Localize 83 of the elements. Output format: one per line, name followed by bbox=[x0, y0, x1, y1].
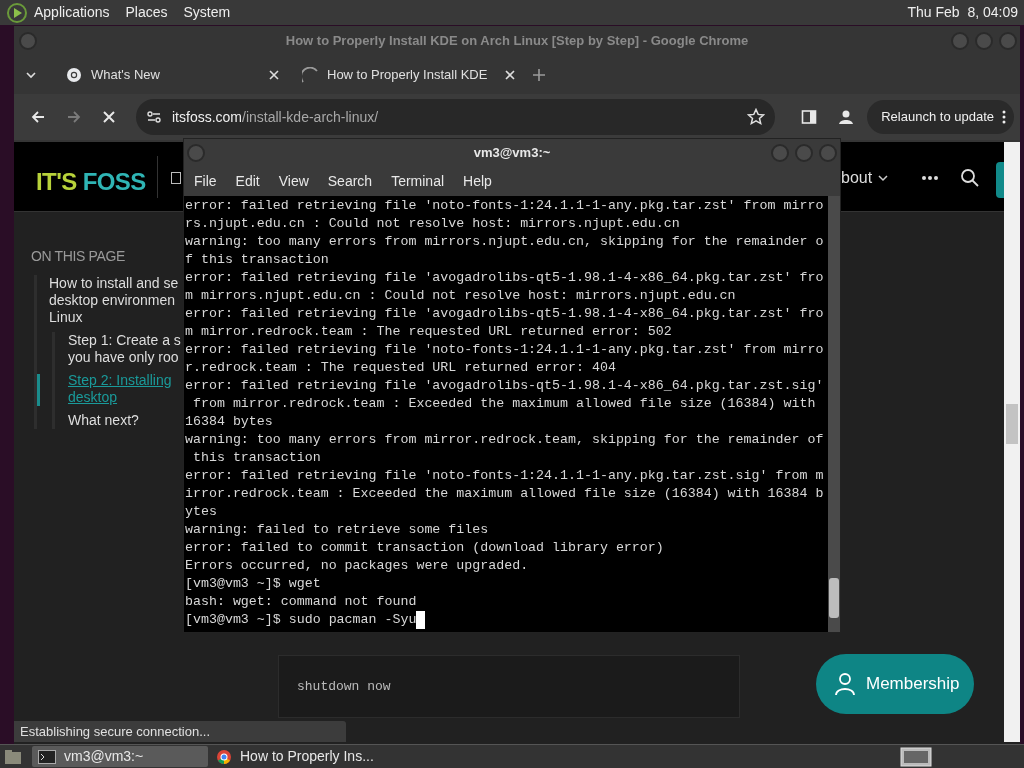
forward-icon[interactable] bbox=[66, 109, 82, 125]
tab-title: What's New bbox=[91, 66, 161, 85]
scrollbar-thumb[interactable] bbox=[829, 578, 839, 618]
toc-link[interactable]: How to install and se desktop environmen Linux bbox=[49, 275, 179, 326]
bookmark-star-icon[interactable] bbox=[747, 108, 766, 126]
terminal-line: error: failed retrieving file 'noto-fonts-1:24.1.1-1-any.pkg.tar.zst' from mirro bbox=[185, 197, 824, 215]
square-icon bbox=[171, 172, 181, 184]
terminal-line: Errors occurred, no packages were upgraded. bbox=[185, 557, 529, 575]
browser-tab[interactable]: How to Properly Install KDE bbox=[294, 59, 524, 91]
terminal-line: warning: too many errors from mirrors.njupt.edu.cn, skipping for the remainder o bbox=[185, 233, 824, 251]
terminal-line: error: failed retrieving file 'avogadrolibs-qt5-1.98.1-4-x86_64.pkg.tar.zst' fro bbox=[185, 269, 824, 287]
site-logo: IT'S FOSS bbox=[36, 167, 146, 197]
panel-menu[interactable]: System bbox=[182, 2, 232, 23]
search-icon[interactable] bbox=[960, 168, 980, 188]
terminal-line: error: failed retrieving file 'avogadrolibs-qt5-1.98.1-4-x86_64.pkg.tar.zst.sig' bbox=[185, 377, 824, 395]
terminal-line: error: failed retrieving file 'noto-fonts-1:24.1.1-1-any.pkg.tar.zst.sig' from m bbox=[185, 467, 824, 485]
clock: Thu Feb 8, 04:09 bbox=[907, 3, 1018, 22]
terminal-line: m mirrors.njupt.edu.cn : Could not resolve host: mirrors.njupt.edu.cn bbox=[185, 287, 736, 305]
window-title: How to Properly Install KDE on Arch Linux [Step by Step] - Google Chrome bbox=[285, 32, 749, 51]
show-desktop-icon[interactable] bbox=[4, 748, 22, 765]
panel-menu[interactable]: Applications bbox=[33, 2, 111, 23]
terminal-line: [vm3@vm3 ~]$ wget bbox=[185, 575, 321, 593]
terminal-line: from mirror.redrock.team : Exceeded the maximum allowed file size (16384) with bbox=[191, 395, 816, 413]
more-icon[interactable] bbox=[921, 175, 939, 181]
terminal-line: warning: too many errors from mirror.redrock.team, skipping for the remainder of bbox=[185, 431, 824, 449]
close-icon[interactable] bbox=[268, 69, 280, 81]
terminal-line: r.redrock.team : The requested URL returned error: 404 bbox=[185, 359, 616, 377]
code-text: shutdown now bbox=[297, 677, 391, 696]
chrome-icon bbox=[216, 748, 232, 765]
terminal-line: 16384 bytes bbox=[185, 413, 273, 431]
terminal-line: error: failed retrieving file 'noto-fonts-1:24.1.1-1-any.pkg.tar.zst' from mirro bbox=[185, 341, 824, 359]
tab-title: How to Properly Install KDE bbox=[327, 66, 489, 85]
new-tab-icon[interactable] bbox=[532, 68, 546, 82]
panel-menu[interactable]: Places bbox=[124, 2, 169, 23]
close-icon[interactable] bbox=[504, 69, 516, 81]
nav-link[interactable]: bout bbox=[841, 166, 873, 190]
scrollbar[interactable] bbox=[1004, 142, 1020, 742]
terminal-line: [vm3@vm3 ~]$ sudo pacman -Syu bbox=[185, 611, 417, 629]
back-icon[interactable] bbox=[30, 109, 46, 125]
scrollbar[interactable] bbox=[828, 196, 840, 632]
taskbar-button[interactable]: How to Properly Ins... bbox=[210, 746, 386, 767]
window-title: vm3@vm3:~ bbox=[473, 144, 551, 163]
toc-heading: ON THIS PAGE bbox=[31, 247, 126, 266]
taskbar-button[interactable]: vm3@vm3:~ bbox=[32, 746, 208, 767]
terminal-icon bbox=[38, 749, 56, 764]
terminal-line: f this transaction bbox=[185, 251, 329, 269]
terminal-line: error: failed to commit transaction (download library error) bbox=[185, 539, 664, 557]
menu-item[interactable]: Terminal bbox=[383, 171, 453, 192]
side-panel-icon[interactable] bbox=[801, 109, 818, 125]
url-text: itsfoss.com/install-kde-arch-linux/ bbox=[172, 107, 380, 127]
relaunch-button[interactable]: Relaunch to update bbox=[867, 100, 1014, 134]
more-icon bbox=[1002, 110, 1006, 124]
toc-link[interactable]: Step 1: Create a s you have only roo bbox=[68, 332, 181, 366]
terminal-line: m mirror.redrock.team : The requested URL returned error: 502 bbox=[185, 323, 672, 341]
text-cursor bbox=[416, 611, 426, 629]
toc-link[interactable]: What next? bbox=[68, 412, 139, 429]
loading-spinner-icon bbox=[302, 67, 318, 83]
terminal-line: warning: failed to retrieve some files bbox=[185, 521, 489, 539]
person-icon bbox=[834, 672, 856, 696]
site-info-icon bbox=[146, 109, 162, 125]
terminal-line: ytes bbox=[185, 503, 217, 521]
membership-button[interactable]: Membership bbox=[816, 654, 974, 714]
terminal-line: rs.njupt.edu.cn : Could not resolve host: mirrors.njupt.edu.cn bbox=[185, 215, 680, 233]
menu-item[interactable]: Help bbox=[455, 171, 500, 192]
terminal-line: bash: wget: command not found bbox=[185, 593, 417, 611]
distro-logo-icon bbox=[6, 1, 28, 24]
stop-icon[interactable] bbox=[102, 110, 116, 124]
toc-link[interactable]: Step 2: Installing desktop bbox=[68, 372, 172, 406]
menu-item[interactable]: File bbox=[186, 171, 225, 192]
terminal-line: this transaction bbox=[191, 449, 321, 467]
workspace-switcher-icon[interactable] bbox=[900, 746, 932, 767]
status-bubble: Establishing secure connection... bbox=[14, 721, 346, 742]
menu-item[interactable]: Edit bbox=[227, 171, 268, 192]
address-bar[interactable]: itsfoss.com/install-kde-arch-linux/ bbox=[136, 99, 776, 135]
profile-icon[interactable] bbox=[837, 108, 856, 126]
terminal-line: error: failed retrieving file 'avogadrolibs-qt5-1.98.1-4-x86_64.pkg.tar.zst' fro bbox=[185, 305, 824, 323]
menu-item[interactable]: Search bbox=[319, 171, 381, 192]
chevron-down-icon bbox=[878, 174, 889, 182]
scrollbar-thumb[interactable] bbox=[1006, 404, 1018, 444]
browser-tab[interactable]: What's New bbox=[58, 59, 288, 91]
chrome-icon bbox=[66, 67, 82, 83]
menu-item[interactable]: View bbox=[270, 171, 317, 192]
terminal-line: irror.redrock.team : Exceeded the maximum allowed file size (16384) with 16384 b bbox=[185, 485, 824, 503]
